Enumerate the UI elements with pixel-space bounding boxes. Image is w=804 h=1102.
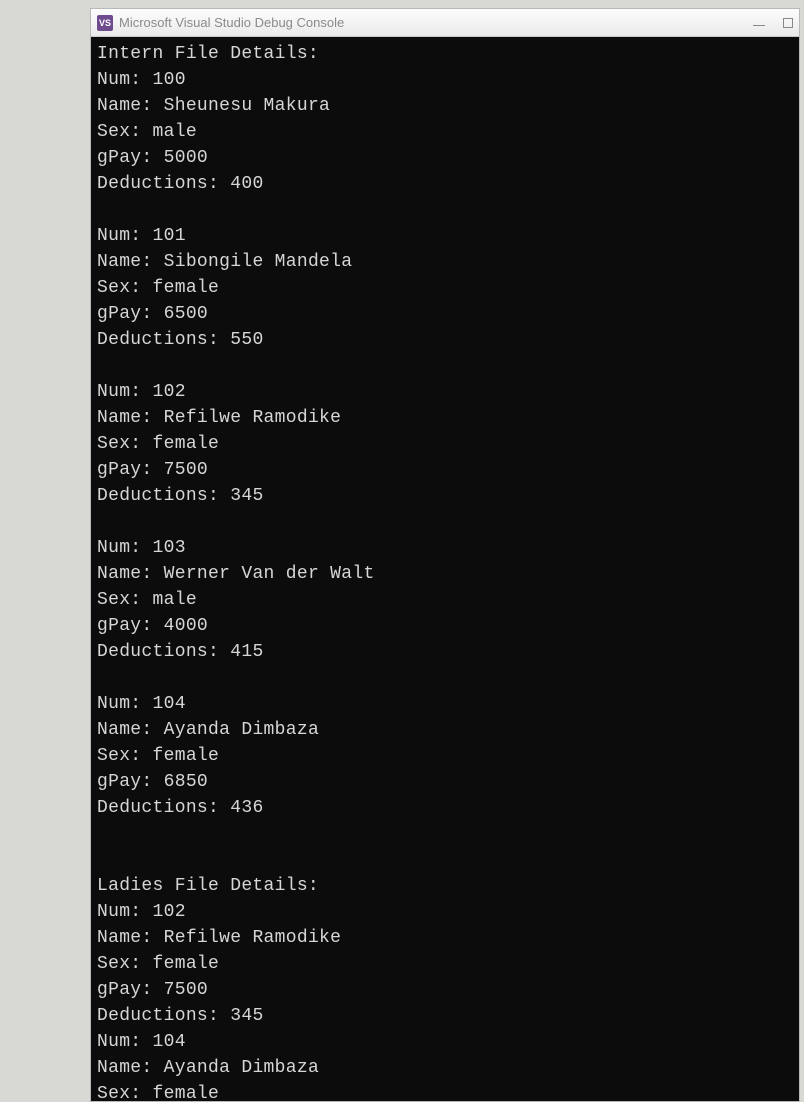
intern-row: Num: 100 Name: Sheunesu Makura Sex: male… [97, 70, 330, 194]
window-controls [753, 18, 793, 28]
maximize-icon[interactable] [783, 18, 793, 28]
console-window: VS Microsoft Visual Studio Debug Console… [90, 8, 800, 1102]
app-icon: VS [97, 15, 113, 31]
intern-row: Num: 101 Name: Sibongile Mandela Sex: fe… [97, 226, 352, 350]
lady-row: Num: 104 Name: Ayanda Dimbaza Sex: femal… [97, 1032, 319, 1101]
lady-row: Num: 102 Name: Refilwe Ramodike Sex: fem… [97, 902, 341, 1026]
section1-title: Intern File Details: [97, 44, 319, 64]
window-title: Microsoft Visual Studio Debug Console [119, 15, 753, 30]
titlebar[interactable]: VS Microsoft Visual Studio Debug Console [91, 9, 799, 37]
minimize-icon[interactable] [753, 25, 765, 26]
intern-row: Num: 102 Name: Refilwe Ramodike Sex: fem… [97, 382, 341, 506]
intern-row: Num: 103 Name: Werner Van der Walt Sex: … [97, 538, 375, 662]
section2-title: Ladies File Details: [97, 876, 319, 896]
console-output[interactable]: Intern File Details: Num: 100 Name: Sheu… [91, 37, 799, 1101]
intern-row: Num: 104 Name: Ayanda Dimbaza Sex: femal… [97, 694, 319, 818]
